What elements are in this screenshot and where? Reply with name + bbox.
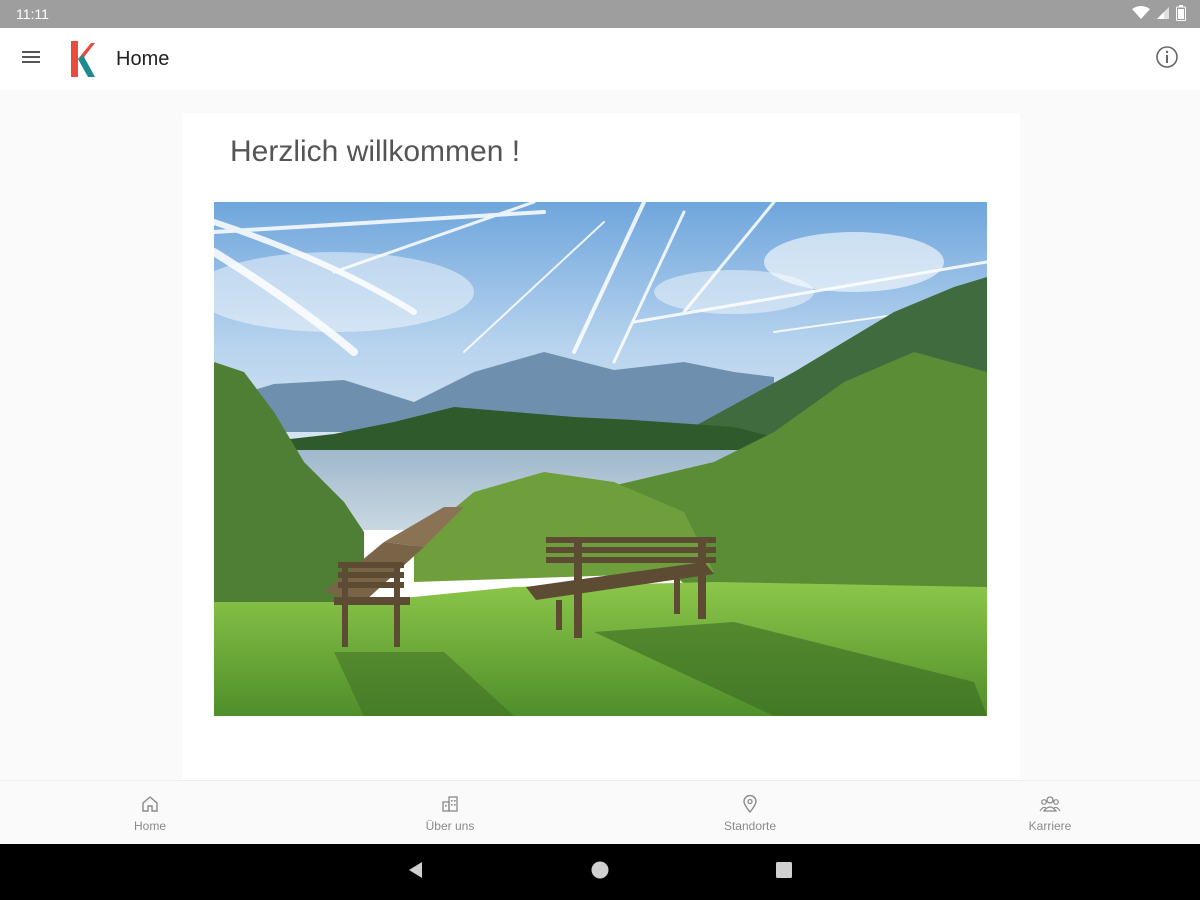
wifi-icon — [1132, 5, 1150, 23]
battery-icon — [1176, 4, 1186, 24]
people-icon — [1039, 793, 1061, 815]
nav-label-about: Über uns — [425, 819, 475, 833]
location-pin-icon — [739, 793, 761, 815]
home-icon — [139, 793, 161, 815]
info-button[interactable] — [1150, 42, 1184, 76]
info-icon — [1155, 45, 1179, 74]
nav-item-locations[interactable]: Standorte — [600, 781, 900, 845]
back-button[interactable] — [404, 860, 428, 884]
nav-item-about[interactable]: Über uns — [300, 781, 600, 845]
signal-icon — [1156, 6, 1170, 23]
status-time: 11:11 — [16, 6, 49, 22]
system-navigation-bar — [0, 844, 1200, 900]
nav-label-locations: Standorte — [723, 819, 777, 833]
recents-button[interactable] — [772, 860, 796, 884]
status-bar: 11:11 — [0, 0, 1200, 28]
brand-logo — [69, 39, 99, 79]
welcome-card: Herzlich willkommen ! — [182, 113, 1020, 780]
landscape-photo — [214, 202, 987, 716]
home-circle-icon — [590, 860, 610, 885]
home-system-button[interactable] — [588, 860, 612, 884]
welcome-heading: Herzlich willkommen ! — [230, 135, 521, 168]
menu-icon — [21, 49, 41, 70]
nav-item-home[interactable]: Home — [0, 781, 300, 845]
nav-label-careers: Karriere — [1028, 819, 1072, 833]
app-bar: Home — [0, 28, 1200, 90]
back-triangle-icon — [406, 860, 426, 885]
page-title: Home — [116, 47, 170, 70]
main-content: Herzlich willkommen ! — [0, 90, 1200, 780]
status-icons — [1132, 4, 1186, 24]
nav-label-home: Home — [133, 819, 166, 833]
bottom-navigation: Home Über uns Standorte Karriere — [0, 780, 1200, 844]
building-icon — [439, 793, 461, 815]
nav-item-careers[interactable]: Karriere — [900, 781, 1200, 845]
recents-square-icon — [774, 860, 794, 885]
menu-button[interactable] — [11, 39, 51, 79]
